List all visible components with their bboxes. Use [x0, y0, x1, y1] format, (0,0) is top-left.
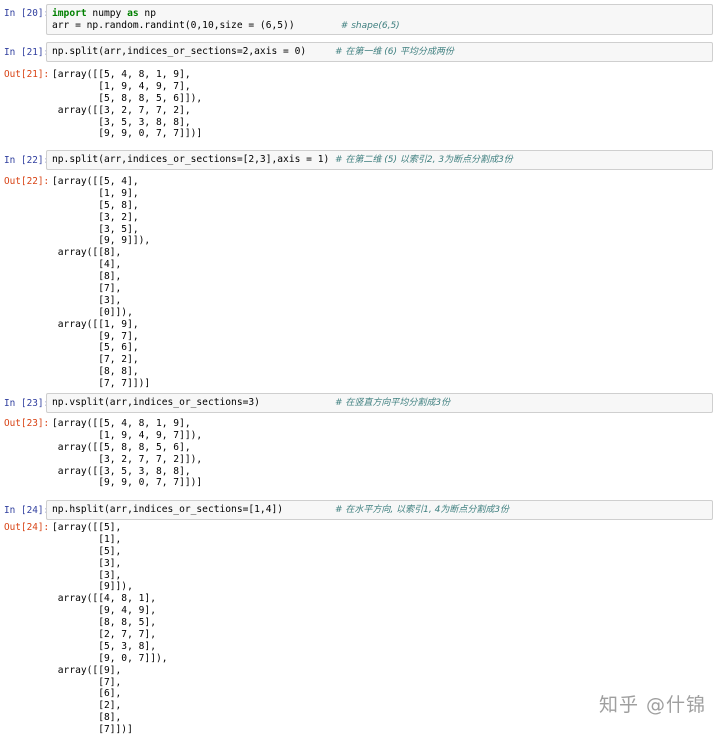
output-line: array([[4, 8, 1], [52, 593, 156, 605]
output-line: array([[3, 5, 3, 8, 8], [52, 465, 191, 477]
output-line: [1], [52, 533, 122, 545]
code-line: np.split(arr,indices_or_sections=2,axis … [52, 46, 712, 58]
cell-output: [array([[5], [1], [5], [3], [3], [9]]), … [52, 522, 168, 736]
output-line: array([[8], [52, 247, 122, 259]
output-line: [2], [52, 700, 122, 712]
output-line: [7]])] [52, 724, 133, 736]
output-line: [8, 8, 5], [52, 617, 156, 629]
output-line: [3], [52, 557, 122, 569]
output-line: [3], [52, 569, 122, 581]
code-comment: # 在竖直方向平均分割成3份 [335, 398, 451, 408]
cell-output: [array([[5, 4], [1, 9], [5, 8], [3, 2], … [52, 176, 150, 390]
code-comment: # 在水平方向, 以索引1, 4为断点分割成3份 [335, 505, 510, 515]
out-prompt: Out[22]: [4, 176, 50, 187]
output-line: [3, 5], [52, 223, 139, 235]
code-text: np.hsplit(arr,indices_or_sections=[1,4]) [52, 504, 336, 515]
in-prompt: In [21]: [4, 47, 50, 58]
cell-output: [array([[5, 4, 8, 1, 9], [1, 9, 4, 9, 7]… [52, 69, 202, 140]
output-line: [2, 7, 7], [52, 629, 156, 641]
code-text: arr = np.random.randint(0,10,size = (6,5… [52, 19, 341, 31]
code-line: np.vsplit(arr,indices_or_sections=3) # 在… [52, 397, 712, 409]
output-line: [9, 9, 0, 7, 7]])] [52, 128, 203, 140]
code-input[interactable]: np.split(arr,indices_or_sections=2,axis … [46, 42, 713, 62]
output-line: [9, 9]]), [52, 235, 151, 247]
output-line: array([[9], [52, 664, 122, 676]
output-line: array([[5, 8, 8, 5, 6], [52, 441, 191, 453]
output-line: [7, 7]])] [52, 378, 151, 390]
in-prompt: In [24]: [4, 505, 50, 516]
output-line: [1, 9, 4, 9, 7], [52, 80, 191, 92]
output-line: [7], [52, 676, 122, 688]
output-line: [8], [52, 271, 122, 283]
in-prompt: In [20]: [4, 8, 50, 19]
code-input[interactable]: np.hsplit(arr,indices_or_sections=[1,4])… [46, 500, 713, 520]
output-line: [3], [52, 294, 122, 306]
output-line: [7], [52, 283, 122, 295]
code-line: np.hsplit(arr,indices_or_sections=[1,4])… [52, 504, 712, 516]
watermark-logo: 知乎 @什锦 [598, 694, 706, 716]
output-line: array([[1, 9], [52, 318, 139, 330]
output-line: [5, 8], [52, 199, 139, 211]
code-text: np.split(arr,indices_or_sections=[2,3],a… [52, 154, 336, 165]
output-line: [1, 9], [52, 187, 139, 199]
cell-output: [array([[5, 4, 8, 1, 9], [1, 9, 4, 9, 7]… [52, 418, 202, 489]
code-line: import numpy as np [52, 8, 156, 19]
code-input[interactable]: np.vsplit(arr,indices_or_sections=3) # 在… [46, 393, 713, 413]
code-text: np.vsplit(arr,indices_or_sections=3) [52, 397, 336, 408]
output-line: [3, 2], [52, 211, 139, 223]
code-input[interactable]: import numpy as np arr = np.random.randi… [46, 4, 713, 36]
output-line: [array([[5, 4, 8, 1, 9], [52, 418, 191, 429]
code-comment: # shape(6,5) [340, 20, 400, 31]
output-line: [3, 2, 7, 7, 2]]), [52, 453, 203, 465]
code-line: np.split(arr,indices_or_sections=[2,3],a… [52, 154, 712, 166]
code-comment: # 在第一维 (6) 平均分成两份 [335, 47, 454, 57]
output-line: [6], [52, 688, 122, 700]
output-line: [5, 8, 8, 5, 6]]), [52, 92, 203, 104]
output-line: [9]]), [52, 581, 133, 593]
code-line: arr = np.random.randint(0,10,size = (6,5… [52, 20, 712, 32]
out-prompt: Out[23]: [4, 418, 50, 429]
in-prompt: In [23]: [4, 398, 50, 409]
output-line: [4], [52, 259, 122, 271]
output-line: array([[3, 2, 7, 7, 2], [52, 104, 191, 116]
output-line: [5, 3, 8], [52, 640, 156, 652]
out-prompt: Out[24]: [4, 522, 50, 533]
in-prompt: In [22]: [4, 155, 50, 166]
code-comment: # 在第二维 (5) 以索引2, 3为断点分割成3份 [335, 155, 513, 165]
code-input[interactable]: np.split(arr,indices_or_sections=[2,3],a… [46, 150, 713, 170]
out-prompt: Out[21]: [4, 69, 50, 80]
output-line: [8, 8], [52, 366, 139, 378]
output-line: [9, 9, 0, 7, 7]])] [52, 477, 203, 489]
output-line: [0]]), [52, 306, 133, 318]
output-line: [7, 2], [52, 354, 139, 366]
output-line: [8], [52, 712, 122, 724]
output-line: [array([[5, 4], [52, 176, 139, 187]
output-line: [5, 6], [52, 342, 139, 354]
output-line: [5], [52, 545, 122, 557]
output-line: [9, 0, 7]]), [52, 652, 168, 664]
output-line: [9, 4, 9], [52, 605, 156, 617]
output-line: [array([[5, 4, 8, 1, 9], [52, 69, 191, 80]
output-line: [3, 5, 3, 8, 8], [52, 116, 191, 128]
code-text: np.split(arr,indices_or_sections=2,axis … [52, 46, 336, 57]
output-line: [9, 7], [52, 330, 139, 342]
output-line: [1, 9, 4, 9, 7]]), [52, 429, 203, 441]
output-line: [array([[5], [52, 522, 122, 533]
